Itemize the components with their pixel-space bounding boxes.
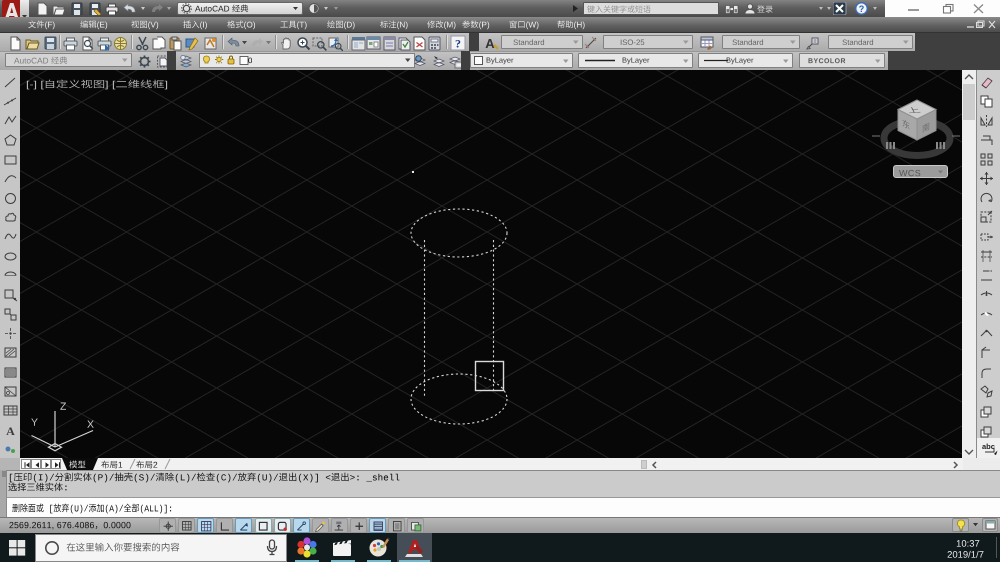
svg-text:A: A (485, 36, 495, 51)
svg-text:abc: abc (982, 442, 995, 451)
svg-text:A: A (6, 424, 15, 438)
svg-text:?: ? (859, 4, 865, 14)
svg-text:?: ? (455, 37, 461, 51)
